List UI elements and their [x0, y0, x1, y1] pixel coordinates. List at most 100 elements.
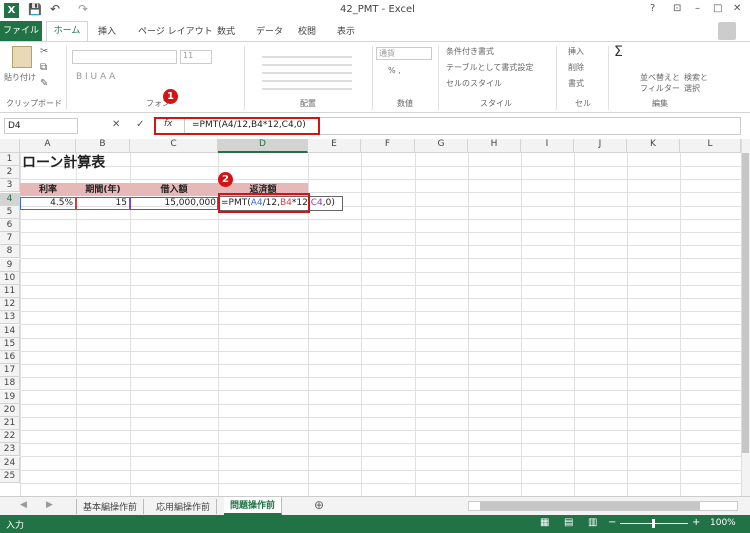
row-header[interactable]: 11 — [0, 285, 20, 298]
font-size-box[interactable]: 11 — [180, 50, 212, 64]
row-header[interactable]: 25 — [0, 469, 20, 483]
save-icon[interactable]: 💾 — [28, 3, 42, 16]
cell-c4[interactable]: 15,000,000 — [130, 197, 216, 209]
row-header[interactable]: 7 — [0, 232, 20, 246]
page-break-view-icon[interactable]: ▥ — [588, 517, 597, 528]
maximize-button[interactable]: □ — [713, 3, 722, 14]
delete-cells-button[interactable]: 削除 — [568, 62, 584, 73]
cell-a4[interactable]: 4.5% — [20, 197, 73, 209]
row-header[interactable]: 9 — [0, 258, 20, 272]
row-header[interactable]: 13 — [0, 311, 20, 325]
font-style-buttons[interactable]: B I U A A — [76, 72, 115, 82]
clipboard-icon — [12, 46, 32, 68]
tab-file[interactable]: ファイル — [0, 21, 42, 41]
tab-page-layout[interactable]: ページ レイアウト — [138, 24, 213, 37]
zoom-level[interactable]: 100% — [710, 518, 736, 528]
row-header[interactable]: 5 — [0, 205, 20, 219]
page-layout-view-icon[interactable]: ▤ — [564, 517, 573, 528]
tab-insert[interactable]: 挿入 — [98, 24, 116, 37]
row-header[interactable]: 1 — [0, 153, 20, 166]
close-button[interactable]: ✕ — [733, 3, 741, 14]
insert-cells-button[interactable]: 挿入 — [568, 46, 584, 57]
tab-data[interactable]: データ — [256, 24, 283, 37]
font-name-box[interactable] — [72, 50, 177, 64]
spreadsheet-grid[interactable]: A B C D E F G H I J K L 1 2 3 4 5 6 7 8 9 10 11 12 1… — [0, 139, 750, 496]
row-header[interactable]: 18 — [0, 377, 20, 391]
number-format-select[interactable]: 通貨 — [376, 47, 432, 60]
tab-view[interactable]: 表示 — [337, 24, 355, 37]
zoom-in-icon[interactable]: + — [692, 517, 700, 528]
column-header[interactable]: G — [415, 139, 468, 153]
sheet-tab[interactable]: 基本編操作前 — [76, 499, 145, 514]
undo-icon[interactable]: ↶ — [50, 2, 60, 16]
row-header[interactable]: 20 — [0, 403, 20, 417]
cell-style-button[interactable]: セルのスタイル — [446, 78, 502, 89]
format-painter-icon[interactable]: ✎ — [40, 78, 48, 89]
ribbon-display-button[interactable]: ⊡ — [673, 3, 681, 14]
autosum-icon[interactable]: Σ — [614, 44, 623, 60]
select-all-corner[interactable] — [0, 139, 20, 153]
horizontal-scroll-thumb[interactable] — [480, 502, 700, 510]
minimize-button[interactable]: – — [695, 3, 700, 14]
column-header[interactable]: B — [76, 139, 130, 153]
zoom-slider-thumb[interactable] — [652, 519, 655, 528]
format-cells-button[interactable]: 書式 — [568, 78, 584, 89]
row-header[interactable]: 4 — [0, 192, 20, 206]
column-header[interactable]: H — [468, 139, 521, 153]
column-header[interactable]: K — [627, 139, 680, 153]
table-format-button[interactable]: テーブルとして書式設定 — [446, 62, 533, 73]
cell-b4[interactable]: 15 — [76, 197, 127, 209]
scroll-left-icon[interactable]: ◀ — [20, 500, 27, 510]
copy-icon[interactable]: ⧉ — [40, 62, 47, 73]
sheet-tab-active[interactable]: 問題操作前 — [224, 497, 283, 515]
grid-hline — [20, 469, 741, 471]
row-header[interactable]: 16 — [0, 351, 20, 364]
scroll-right-icon[interactable]: ▶ — [46, 500, 53, 510]
name-box[interactable]: D4 — [4, 118, 78, 134]
percent-button[interactable]: % , — [388, 66, 401, 75]
row-header[interactable]: 17 — [0, 364, 20, 378]
column-header[interactable]: F — [361, 139, 415, 153]
column-header[interactable]: J — [574, 139, 627, 153]
grid-hline — [20, 430, 741, 431]
column-header[interactable]: E — [308, 139, 361, 153]
tab-formulas[interactable]: 数式 — [217, 24, 235, 37]
row-header[interactable]: 10 — [0, 271, 20, 285]
tab-home[interactable]: ホーム — [46, 21, 88, 41]
zoom-out-icon[interactable]: − — [608, 517, 616, 528]
row-header[interactable]: 3 — [0, 179, 20, 193]
row-header[interactable]: 23 — [0, 443, 20, 457]
help-button[interactable]: ? — [650, 3, 655, 14]
tab-review[interactable]: 校閲 — [298, 24, 316, 37]
grid-hline — [20, 324, 741, 326]
row-header[interactable]: 12 — [0, 298, 20, 312]
enter-button[interactable]: ✓ — [136, 119, 144, 130]
sheet-tab[interactable]: 応用編操作前 — [150, 499, 218, 514]
cancel-button[interactable]: ✕ — [112, 119, 120, 130]
avatar[interactable] — [718, 22, 736, 40]
cut-icon[interactable]: ✂ — [40, 46, 48, 57]
row-header[interactable]: 2 — [0, 166, 20, 180]
vertical-scroll-thumb[interactable] — [742, 153, 749, 453]
column-header[interactable]: A — [20, 139, 76, 153]
alignment-buttons[interactable] — [262, 50, 352, 90]
row-header[interactable]: 19 — [0, 390, 20, 404]
row-header[interactable]: 8 — [0, 245, 20, 259]
column-header[interactable]: L — [680, 139, 741, 153]
row-header[interactable]: 14 — [0, 324, 20, 338]
sort-filter-button[interactable]: 並べ替えと — [640, 72, 680, 83]
row-header[interactable]: 24 — [0, 456, 20, 470]
row-header[interactable]: 21 — [0, 417, 20, 430]
paste-button[interactable]: 貼り付け — [4, 72, 36, 83]
conditional-format-button[interactable]: 条件付き書式 — [446, 46, 494, 57]
row-header[interactable]: 6 — [0, 219, 20, 232]
column-header-active[interactable]: D — [218, 139, 308, 153]
row-header[interactable]: 15 — [0, 337, 20, 351]
column-header[interactable]: I — [521, 139, 574, 153]
normal-view-icon[interactable]: ▦ — [540, 517, 549, 528]
find-select-button[interactable]: 検索と — [684, 72, 708, 83]
row-header[interactable]: 22 — [0, 430, 20, 444]
add-sheet-icon[interactable]: ⊕ — [314, 498, 324, 512]
column-header[interactable]: C — [130, 139, 218, 153]
redo-icon[interactable]: ↷ — [78, 2, 88, 16]
